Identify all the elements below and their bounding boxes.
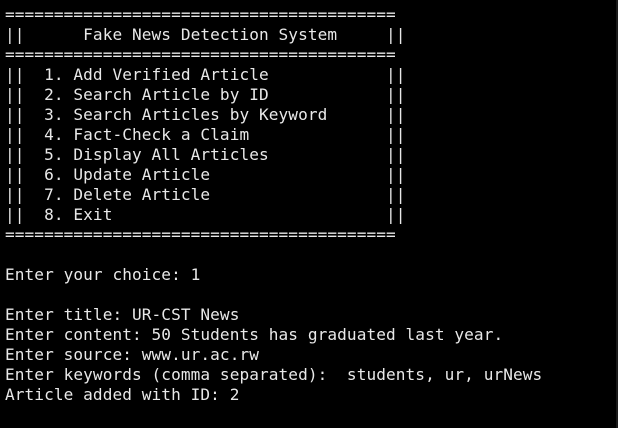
menu-item-fact-check: || 4. Fact-Check a Claim || xyxy=(5,125,406,144)
content-prompt: Enter content: 50 Students has graduated… xyxy=(5,325,504,344)
menu-item-search-by-id: || 2. Search Article by ID || xyxy=(5,85,406,104)
keywords-prompt: Enter keywords (comma separated): studen… xyxy=(5,365,543,384)
menu-title-border: ======================================== xyxy=(5,45,396,64)
menu-top-border: ======================================== xyxy=(5,5,396,24)
title-prompt: Enter title: UR-CST News xyxy=(5,305,240,324)
result-message: Article added with ID: 2 xyxy=(5,385,240,404)
menu-title: || Fake News Detection System || xyxy=(5,25,406,44)
source-prompt: Enter source: www.ur.ac.rw xyxy=(5,345,260,364)
menu-item-add-article: || 1. Add Verified Article || xyxy=(5,65,406,84)
menu-item-display-all: || 5. Display All Articles || xyxy=(5,145,406,164)
choice-prompt: Enter your choice: 1 xyxy=(5,265,201,284)
menu-item-update: || 6. Update Article || xyxy=(5,165,406,184)
menu-item-search-by-keyword: || 3. Search Articles by Keyword || xyxy=(5,105,406,124)
terminal-window[interactable]: ========================================… xyxy=(0,0,618,428)
menu-item-exit: || 8. Exit || xyxy=(5,205,406,224)
menu-bottom-border: ======================================== xyxy=(5,225,396,244)
menu-item-delete: || 7. Delete Article || xyxy=(5,185,406,204)
